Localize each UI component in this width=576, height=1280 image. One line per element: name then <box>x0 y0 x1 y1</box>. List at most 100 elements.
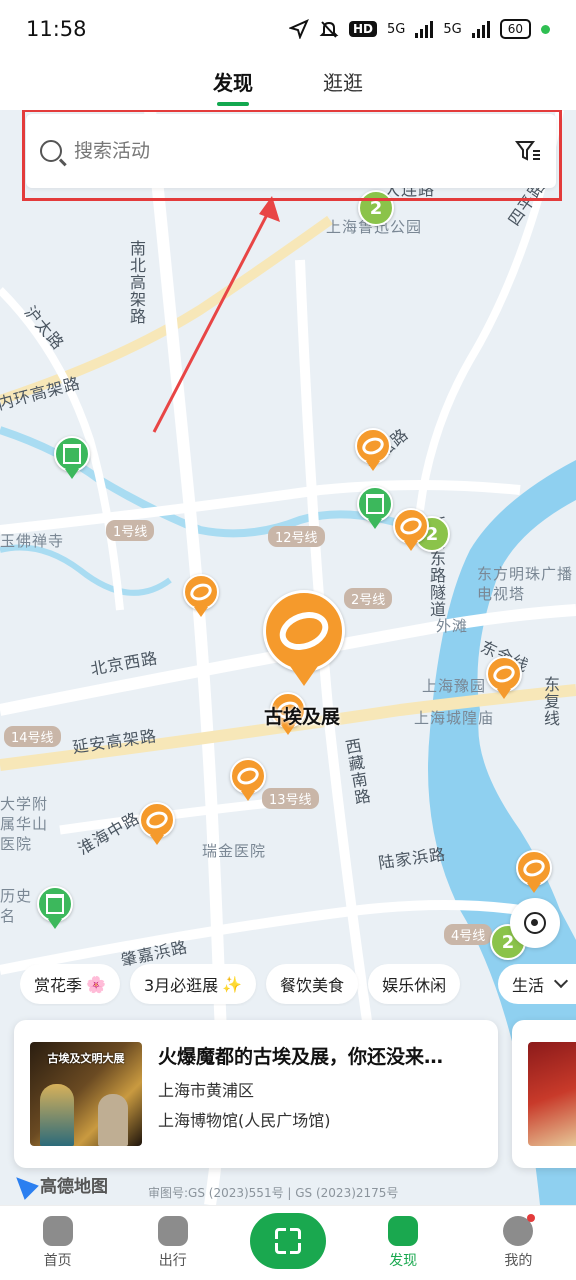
chevron-down-icon[interactable] <box>553 973 569 989</box>
activity-pin[interactable] <box>516 850 552 894</box>
chip-life-more[interactable]: 生活 <box>498 964 576 1004</box>
chip-label: 生活 <box>512 976 545 995</box>
nav-discover[interactable]: 发现 <box>358 1216 448 1270</box>
sparkle-icon: ✨ <box>222 974 243 994</box>
nav-travel[interactable]: 出行 <box>128 1216 218 1270</box>
tab-discover[interactable]: 发现 <box>213 67 253 102</box>
building-icon <box>357 486 393 522</box>
status-indicators: HD 5G 5G 60 <box>288 19 550 39</box>
pin-cluster[interactable]: 2 <box>358 190 394 226</box>
nav-label: 出行 <box>158 1253 187 1269</box>
planet-icon <box>516 850 552 886</box>
nav-me[interactable]: 我的 <box>473 1214 563 1270</box>
tab-browse[interactable]: 逛逛 <box>323 67 363 102</box>
nav-label: 首页 <box>43 1253 72 1269</box>
amap-arrow-icon <box>9 1169 39 1200</box>
card-text: 火爆魔都的古埃及展，你还没来… 上海市黄浦区 上海博物馆(人民广场馆) <box>158 1042 482 1146</box>
mute-bell-icon <box>319 21 339 38</box>
amap-logo-text: 高德地图 <box>40 1177 108 1197</box>
venue-pin[interactable] <box>37 886 73 930</box>
activity-pin[interactable] <box>393 508 429 552</box>
flower-icon: 🌸 <box>86 974 106 994</box>
activity-pin[interactable] <box>355 428 391 472</box>
chip-label: 3月必逛展 <box>143 976 219 995</box>
metro-line-badge: 13号线 <box>262 788 319 809</box>
card-district: 上海市黄浦区 <box>158 1081 255 1100</box>
planet-icon <box>355 428 391 464</box>
planet-icon <box>139 802 175 838</box>
nav-label: 发现 <box>389 1253 418 1269</box>
battery-icon: 60 <box>499 19 531 39</box>
activity-card[interactable]: 古埃及文明大展 火爆魔都的古埃及展，你还没来… 上海市黄浦区 上海博物馆(人民广… <box>14 1020 498 1168</box>
poi-label: 大学附属华山医院 <box>0 795 49 853</box>
card-venue: 上海博物馆(人民广场馆) <box>158 1111 331 1130</box>
privacy-dot-icon <box>541 24 550 34</box>
chip-march-exhibitions[interactable]: 3月必逛展 ✨ <box>129 964 257 1004</box>
metro-line-badge: 1号线 <box>106 520 155 541</box>
nav-label: 我的 <box>504 1253 533 1269</box>
venue-pin[interactable] <box>54 436 90 480</box>
metro-line-badge: 2号线 <box>344 588 393 609</box>
metro-line-badge: 14号线 <box>4 726 61 747</box>
activity-pin[interactable] <box>230 758 266 802</box>
thumbnail-caption: 古埃及文明大展 <box>47 1052 125 1065</box>
scan-button[interactable] <box>249 1213 326 1269</box>
chip-label: 餐饮美食 <box>280 976 345 995</box>
network-label-1: 5G <box>387 21 406 37</box>
bottom-nav: 首页 出行 发现 我的 <box>0 1205 576 1280</box>
planet-icon <box>263 590 345 672</box>
search-icon <box>40 140 62 162</box>
status-bar: 11:58 HD 5G 5G 60 <box>0 0 576 58</box>
planet-icon <box>486 656 522 692</box>
building-icon <box>54 436 90 472</box>
activity-pin[interactable] <box>486 656 522 700</box>
statue-shape <box>98 1094 128 1146</box>
next-activity-card[interactable] <box>512 1020 576 1168</box>
category-chips: 赏花季 🌸 3月必逛展 ✨ 餐饮美食 娱乐休闲 <box>20 964 576 1006</box>
chip-label: 娱乐休闲 <box>382 976 447 995</box>
poi-label: 上海豫园 <box>422 677 487 695</box>
chip-entertainment[interactable]: 娱乐休闲 <box>368 964 461 1004</box>
activity-thumbnail <box>528 1042 576 1146</box>
poi-label: 上海城隍庙 <box>414 709 495 727</box>
metro-line-badge: 4号线 <box>444 924 493 945</box>
poi-label: 外滩 <box>436 617 469 635</box>
chip-food[interactable]: 餐饮美食 <box>266 964 359 1004</box>
filter-icon[interactable] <box>514 137 542 165</box>
signal-icon <box>415 20 434 38</box>
home-icon <box>42 1216 73 1246</box>
venue-pin[interactable] <box>357 486 393 530</box>
profile-icon <box>503 1214 536 1246</box>
road-label: 南北高架路 <box>127 240 146 325</box>
poi-label: 东方明珠广播电视塔 <box>477 565 574 603</box>
activity-thumbnail: 古埃及文明大展 <box>30 1042 142 1146</box>
search-input[interactable] <box>74 140 514 162</box>
planet-icon <box>393 508 429 544</box>
signal-icon-2 <box>471 20 490 38</box>
locate-icon <box>524 912 546 934</box>
poi-label: 历史名 <box>0 887 33 925</box>
nav-home[interactable]: 首页 <box>13 1216 103 1270</box>
discover-icon <box>388 1216 419 1246</box>
amap-logo: 高德地图 <box>9 1169 108 1200</box>
nav-scan[interactable] <box>243 1213 333 1269</box>
poi-label: 玉佛禅寺 <box>0 532 65 550</box>
locate-button[interactable] <box>510 898 560 948</box>
chip-flower-season[interactable]: 赏花季 🌸 <box>20 964 120 1004</box>
selected-activity-pin[interactable] <box>263 590 345 688</box>
travel-icon <box>157 1216 188 1246</box>
notification-dot <box>527 1214 536 1222</box>
network-label-2: 5G <box>443 21 462 37</box>
hd-badge: HD <box>348 21 377 37</box>
activity-pin[interactable] <box>183 574 219 618</box>
chip-label: 赏花季 <box>34 976 83 995</box>
building-icon <box>37 886 73 922</box>
status-time: 11:58 <box>26 17 87 41</box>
map-credit: 审图号:GS (2023)551号 | GS (2023)2175号 <box>148 1186 399 1200</box>
scan-icon <box>274 1228 301 1254</box>
activity-pin[interactable] <box>139 802 175 846</box>
top-tabs: 发现 逛逛 <box>0 58 576 110</box>
pharaoh-mask-shape <box>40 1084 74 1146</box>
search-bar <box>26 114 556 188</box>
card-title: 火爆魔都的古埃及展，你还没来… <box>158 1046 444 1068</box>
